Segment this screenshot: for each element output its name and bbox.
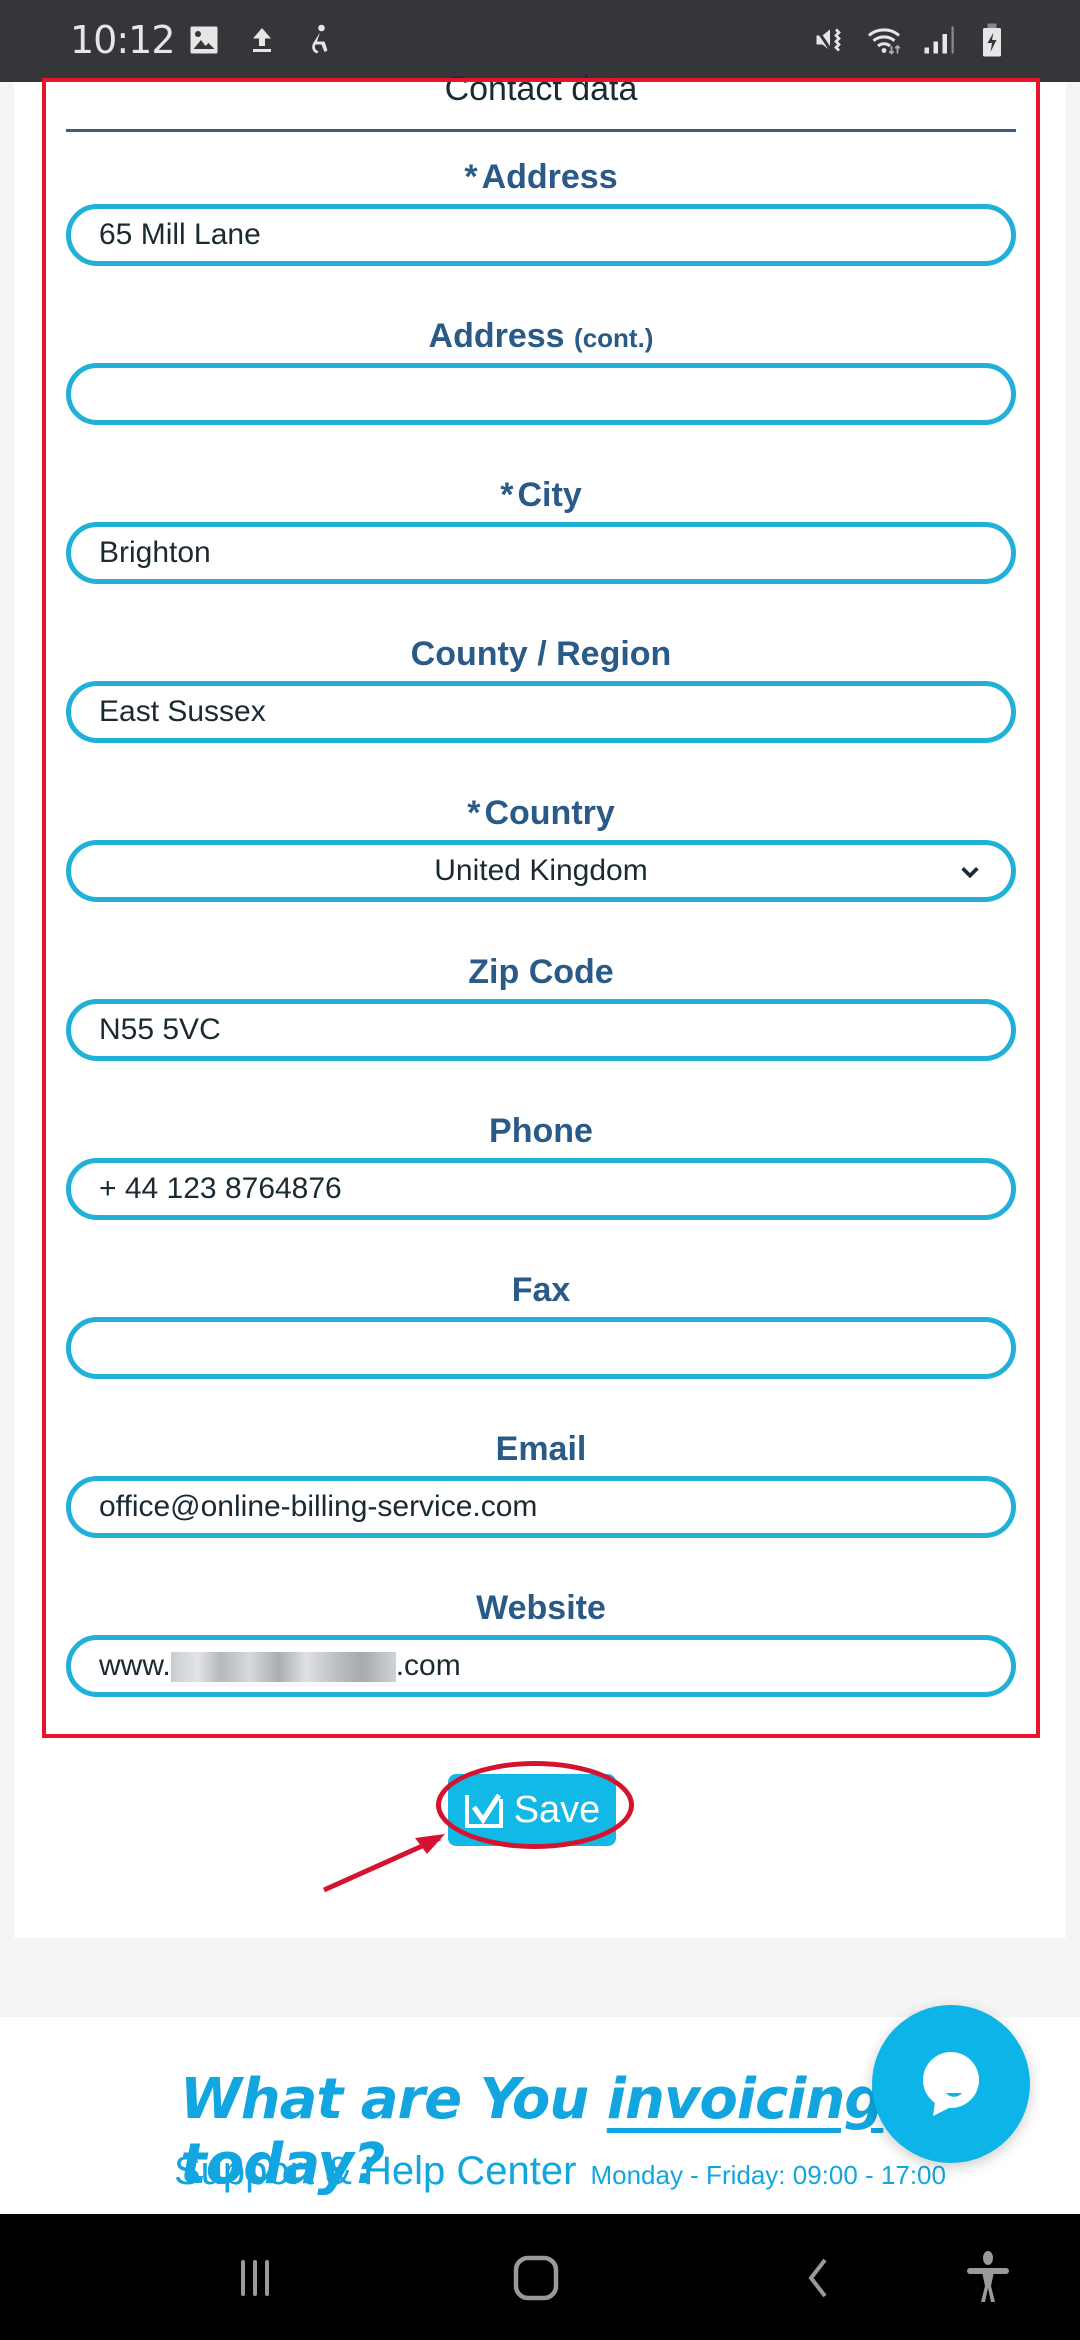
section-title: Contact data [444,70,638,108]
mute-vibrate-icon [813,25,841,55]
field-label-website: Website [476,1589,606,1627]
back-button[interactable] [787,2248,847,2308]
field-label-email: Email [495,1430,587,1468]
county-input[interactable] [66,681,1016,743]
website-input[interactable]: www. .com [66,1635,1016,1697]
field-label-country: * Country [467,794,615,832]
field-label-address: * Address [464,158,618,196]
field-city: * City [66,468,1016,584]
zip-input[interactable] [66,999,1016,1061]
field-phone: Phone [66,1104,1016,1220]
country-select[interactable]: United Kingdom [66,840,1016,902]
city-input[interactable] [66,522,1016,584]
accessibility-icon [967,2251,1009,2302]
fax-input[interactable] [66,1317,1016,1379]
email-input[interactable] [66,1476,1016,1538]
field-label-zip: Zip Code [468,953,614,991]
status-time: 10:12 [70,18,176,62]
back-icon [808,2258,827,2298]
home-icon [513,2255,559,2301]
support-title: Support & Help Center [174,2149,577,2193]
accessibility-service-icon [312,24,328,54]
wifi-icon [867,28,901,55]
save-button[interactable]: Save [448,1774,616,1846]
chevron-down-icon [961,867,979,879]
recent-apps-button[interactable] [225,2248,285,2308]
accessibility-button[interactable] [958,2248,1018,2308]
chat-bubble-icon [923,2052,979,2116]
system-nav-bar [0,2214,1080,2340]
field-address-cont: Address (cont.) [66,309,1016,425]
field-address: * Address [66,150,1016,266]
support-center-link[interactable]: Support & Help Center Monday - Friday: 09… [174,2149,946,2194]
field-fax: Fax [66,1263,1016,1379]
field-website: Website www. .com [66,1581,1016,1697]
field-county: County / Region [66,627,1016,743]
field-country: * Country United Kingdom [66,786,1016,902]
redacted-text [170,1652,396,1683]
home-button[interactable] [506,2248,566,2308]
support-hours: Monday - Friday: 09:00 - 17:00 [590,2160,946,2190]
checkbox-check-icon [464,1793,503,1828]
field-label-city: * City [500,476,582,514]
website-suffix: .com [395,1649,461,1682]
website-prefix: www. [99,1649,171,1682]
section-divider [66,129,1016,132]
save-button-label: Save [513,1788,601,1831]
field-label-phone: Phone [489,1112,593,1150]
address-input[interactable] [66,204,1016,266]
upload-icon [253,28,271,52]
field-label-county: County / Region [410,635,672,673]
recent-apps-icon [241,2260,269,2296]
field-label-fax: Fax [511,1271,571,1309]
signal-icon [924,26,954,54]
country-selected-value: United Kingdom [434,854,648,887]
chat-launcher-button[interactable] [872,2005,1030,2163]
image-icon [190,26,218,54]
battery-charging-icon [983,23,1001,57]
address-cont-input[interactable] [66,363,1016,425]
field-label-address-cont: Address (cont.) [428,317,654,355]
field-zip: Zip Code [66,945,1016,1061]
field-email: Email [66,1422,1016,1538]
phone-input[interactable] [66,1158,1016,1220]
